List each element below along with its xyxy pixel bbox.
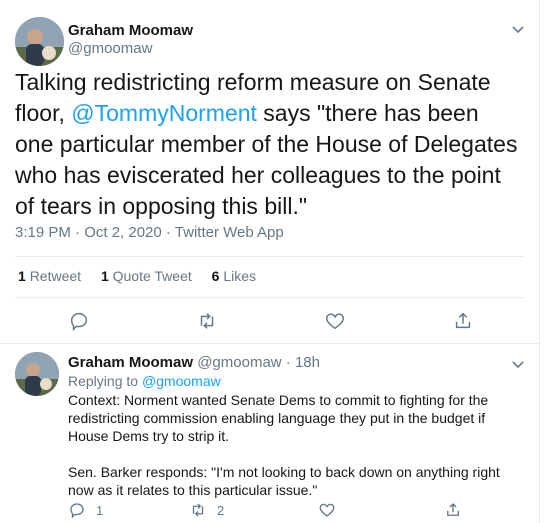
quotes-stat[interactable]: 1 Quote Tweet: [101, 268, 192, 284]
divider: [15, 256, 525, 257]
reply-author-line: Graham Moomaw @gmoomaw · 18h: [68, 354, 320, 371]
reply-count: 1: [96, 502, 104, 518]
like-action[interactable]: [318, 501, 346, 519]
timeline-column: Graham Moomaw @gmoomaw Talking redistric…: [0, 0, 540, 523]
chevron-down-icon[interactable]: [510, 356, 526, 372]
tweet-text: Talking redistricting reform measure on …: [15, 67, 520, 222]
retweets-stat[interactable]: 1 Retweet: [18, 268, 81, 284]
reply-author-handle-time[interactable]: @gmoomaw · 18h: [197, 354, 320, 371]
retweet-icon: [192, 503, 204, 517]
retweet-count: 2: [217, 502, 225, 518]
quotes-count: 1: [100, 268, 109, 284]
reply-text: Context: Norment wanted Senate Dems to c…: [68, 391, 518, 499]
tweet-stats: 1 Retweet 1 Quote Tweet 6 Likes: [18, 268, 272, 284]
author-handle[interactable]: @gmoomaw: [68, 40, 152, 57]
reply-icon: [70, 503, 84, 519]
likes-stat[interactable]: 6 Likes: [212, 268, 256, 284]
mention-link[interactable]: @TommyNorment: [71, 100, 257, 126]
likes-label: Likes: [223, 268, 257, 284]
share-icon: [447, 503, 459, 516]
reply-action[interactable]: 1: [68, 501, 103, 519]
replying-prefix: Replying to: [68, 373, 142, 389]
reply-author-name[interactable]: Graham Moomaw: [68, 354, 193, 371]
like-icon: [319, 503, 335, 517]
quotes-label: Quote Tweet: [112, 268, 192, 284]
reply-icon[interactable]: [68, 310, 90, 332]
author-name[interactable]: Graham Moomaw: [68, 22, 193, 39]
retweet-icon[interactable]: [196, 310, 218, 332]
avatar[interactable]: [15, 352, 59, 396]
divider: [15, 297, 525, 298]
retweets-label: Retweet: [29, 268, 82, 284]
share-action[interactable]: [444, 501, 472, 519]
like-icon[interactable]: [324, 310, 346, 332]
tweet-timestamp[interactable]: 3:19 PM · Oct 2, 2020 · Twitter Web App: [15, 224, 284, 241]
avatar[interactable]: [15, 17, 64, 66]
retweet-action[interactable]: 2: [189, 501, 224, 519]
retweets-count: 1: [18, 268, 26, 284]
reply-paragraph: Sen. Barker responds: "I'm not looking t…: [68, 464, 500, 498]
likes-count: 6: [211, 268, 220, 284]
replying-to-link[interactable]: @gmoomaw: [142, 373, 221, 389]
reply-paragraph: Context: Norment wanted Senate Dems to c…: [68, 392, 489, 444]
chevron-down-icon[interactable]: [510, 21, 526, 37]
replying-to-line: Replying to @gmoomaw: [68, 373, 221, 389]
share-icon[interactable]: [452, 310, 474, 332]
